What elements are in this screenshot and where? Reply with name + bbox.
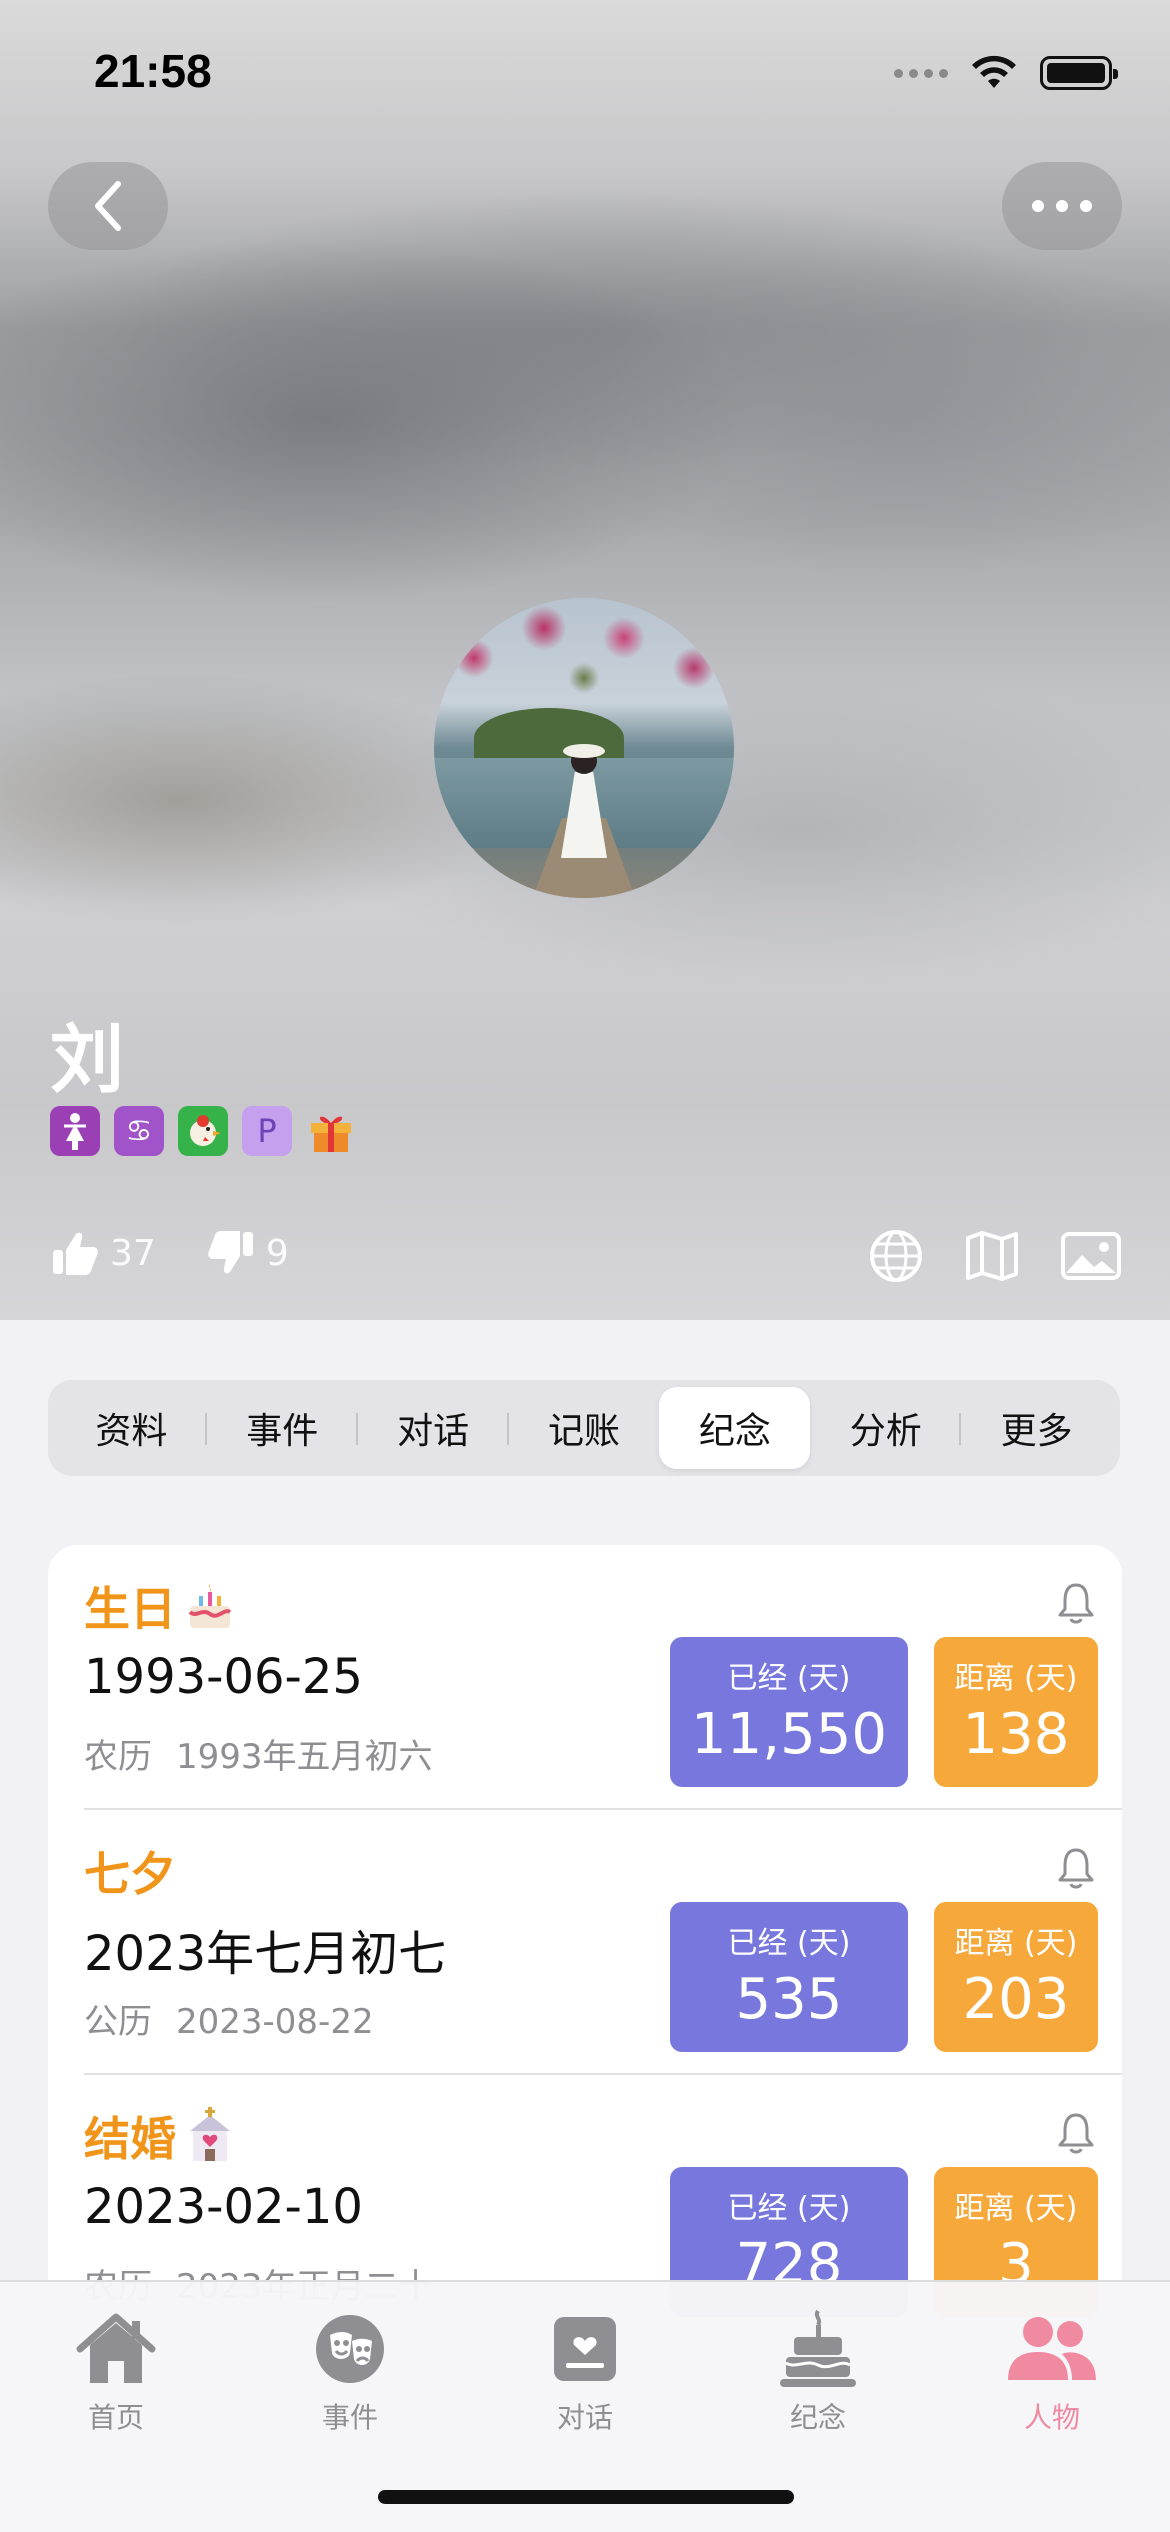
map-icon[interactable] [964,1230,1020,1282]
tab-more[interactable]: 更多 [961,1387,1112,1469]
home-icon [76,2313,156,2383]
cake-emoji-icon [188,1584,232,1628]
globe-icon[interactable] [868,1228,924,1284]
profile-badges: ♋ P [50,1106,356,1156]
battery-icon [1040,56,1118,90]
bell-icon[interactable] [1056,1581,1096,1625]
anniversary-date: 2023年七月初七 [84,1926,447,1982]
gift-icon [306,1106,356,1156]
profile-header: 21:58 刘 ♋ P 37 9 [0,0,1170,1320]
tabbar-events[interactable]: 事件 [280,2304,420,2436]
more-button[interactable] [1002,162,1122,250]
tab-accounting[interactable]: 记账 [509,1387,660,1469]
bell-icon[interactable] [1056,1846,1096,1890]
section-tabs: 资料 事件 对话 记账 纪念 分析 更多 [48,1380,1120,1476]
anniversary-row-birthday[interactable]: 生日 1993-06-25 农历 1993年五月初六 已经 (天) 11,550 … [48,1545,1122,1810]
anniversary-title: 结婚 [84,2103,238,2169]
days-since-box: 已经 (天) 535 [670,1902,908,2052]
like-count: 37 [110,1232,156,1274]
tabbar-conversations[interactable]: 对话 [515,2304,655,2436]
hero-tools [868,1228,1122,1284]
status-icons [894,54,1118,92]
anniversary-alt-date: 农历 1993年五月初六 [84,1737,433,1777]
tabbar-people[interactable]: 人物 [982,2304,1122,2436]
bell-icon[interactable] [1056,2111,1096,2155]
anniversary-title: 生日 [84,1573,238,1639]
cancer-zodiac-icon: ♋ [114,1106,164,1156]
tabbar-anniversaries[interactable]: 纪念 [748,2304,888,2436]
home-indicator [378,2490,794,2504]
people-icon [1008,2317,1096,2380]
profile-name: 刘 [50,1017,124,1103]
anniversary-date: 1993-06-25 [84,1649,363,1705]
cake-icon [780,2309,856,2387]
anniversary-row-qixi[interactable]: 七夕 2023年七月初七 公历 2023-08-22 已经 (天) 535 距离 … [48,1810,1122,2075]
rooster-icon [178,1106,228,1156]
status-time: 21:58 [94,45,212,97]
wedding-chapel-icon [190,2107,230,2161]
dislike-count: 9 [265,1232,289,1274]
anniversary-title: 七夕 [84,1847,176,1901]
ellipsis-icon [1032,200,1092,212]
thumbs-down-icon[interactable] [206,1228,256,1278]
back-button[interactable] [48,162,168,250]
photo-icon[interactable] [1060,1231,1122,1281]
tab-events[interactable]: 事件 [207,1387,358,1469]
chevron-left-icon [95,181,121,231]
days-since-box: 已经 (天) 11,550 [670,1637,908,1787]
days-until-box: 距离 (天) 203 [934,1902,1098,2052]
wifi-icon [972,55,1016,88]
cellular-signal-icon [894,68,948,78]
tab-analysis[interactable]: 分析 [810,1387,962,1469]
tab-profile[interactable]: 资料 [56,1387,207,1469]
female-icon [50,1106,100,1156]
anniversary-date: 2023-02-10 [84,2179,363,2235]
days-until-box: 距离 (天) 138 [934,1637,1098,1787]
anniversary-alt-date: 公历 2023-08-22 [84,2002,374,2042]
tabbar-home[interactable]: 首页 [46,2304,186,2436]
tab-conversations[interactable]: 对话 [358,1387,509,1469]
avatar[interactable] [434,598,734,898]
chat-note-icon [554,2317,616,2381]
tab-anniversaries[interactable]: 纪念 [659,1387,811,1469]
thumbs-up-icon[interactable] [50,1228,100,1278]
reactions: 37 9 [50,1228,329,1278]
theater-masks-icon [316,2315,384,2383]
p-badge-icon: P [242,1106,292,1156]
